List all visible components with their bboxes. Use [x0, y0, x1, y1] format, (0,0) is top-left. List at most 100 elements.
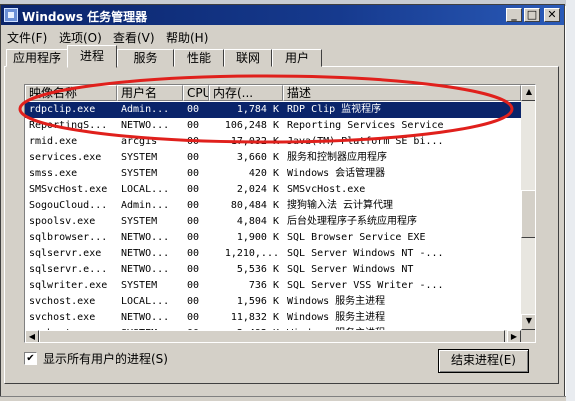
process-memory-cell: 2,024 K — [236, 184, 279, 195]
column-header-image-name[interactable]: 映像名称 — [25, 85, 117, 101]
process-row[interactable]: sqlservr.e... NETWO... 00 5,536 K SQL Server… — [25, 262, 521, 278]
window-title: Windows 任务管理器 — [22, 10, 148, 24]
process-user-cell: NETWO... — [121, 264, 170, 275]
process-memory-cell: 5,536 K — [236, 264, 279, 275]
vertical-scroll-thumb[interactable] — [521, 190, 535, 238]
process-description-cell: 搜狗输入法 云计算代理 — [287, 200, 394, 211]
process-cpu-cell: 00 — [187, 296, 200, 307]
process-description-cell: 服务和控制器应用程序 — [287, 152, 387, 163]
tab-strip: 应用程序 进程 服务 性能 联网 用户 — [4, 45, 559, 68]
process-row[interactable]: ReportingS... NETWO... 00 106,248 K Reportin… — [25, 118, 521, 134]
process-user-cell: LOCAL... — [121, 184, 170, 195]
process-row[interactable]: rmid.exe arcgis 00 17,032 K Java(TM) Platfor… — [25, 134, 521, 150]
process-name-cell: rdpclip.exe — [29, 104, 96, 115]
process-memory-cell: 11,832 K — [230, 312, 279, 323]
process-list[interactable]: 映像名称 用户名 CPU 内存(... 描述 rdpclip.exe Admin.… — [24, 84, 536, 343]
minimize-button[interactable]: _ — [506, 8, 522, 22]
show-all-users-checkbox[interactable]: ✔ — [24, 352, 37, 365]
process-memory-cell: 17,032 K — [230, 136, 279, 147]
scroll-down-button[interactable]: ▼ — [521, 314, 535, 330]
process-description-cell: Reporting Services Service — [287, 120, 444, 131]
process-cpu-cell: 00 — [187, 136, 200, 147]
process-description-cell: SQL Browser Service EXE — [287, 232, 426, 243]
process-row[interactable]: spoolsv.exe SYSTEM 00 4,804 K 后台处理程序子系统应用程序 — [25, 214, 521, 230]
process-row[interactable]: SMSvcHost.exe LOCAL... 00 2,024 K SMSvcHost.… — [25, 182, 521, 198]
process-name-cell: rmid.exe — [29, 136, 78, 147]
process-name-cell: svchost.exe — [29, 312, 96, 323]
process-name-cell: SMSvcHost.exe — [29, 184, 108, 195]
process-name-cell: ReportingS... — [29, 120, 108, 131]
process-memory-cell: 1,596 K — [236, 296, 279, 307]
column-header-description[interactable]: 描述 — [283, 85, 521, 101]
process-description-cell: 后台处理程序子系统应用程序 — [287, 216, 417, 227]
process-description-cell: SMSvcHost.exe — [287, 184, 366, 195]
process-row[interactable]: sqlbrowser... NETWO... 00 1,900 K SQL Browse… — [25, 230, 521, 246]
process-row[interactable]: sqlservr.exe NETWO... 00 1,210,... SQL Serve… — [25, 246, 521, 262]
process-name-cell: spoolsv.exe — [29, 216, 96, 227]
process-cpu-cell: 00 — [187, 280, 200, 291]
tab-processes[interactable]: 进程 — [67, 45, 117, 68]
title-bar[interactable]: Windows 任务管理器 _ □ ✕ — [1, 5, 564, 25]
process-cpu-cell: 00 — [187, 152, 200, 163]
process-memory-cell: 420 K — [248, 168, 279, 179]
process-user-cell: SYSTEM — [121, 216, 158, 227]
process-memory-cell: 3,660 K — [236, 152, 279, 163]
tab-services[interactable]: 服务 — [117, 49, 174, 67]
close-button[interactable]: ✕ — [544, 8, 560, 22]
scroll-left-button[interactable]: ◀ — [25, 330, 39, 342]
tab-applications[interactable]: 应用程序 — [6, 49, 68, 67]
process-name-cell: SogouCloud... — [29, 200, 108, 211]
process-cpu-cell: 00 — [187, 184, 200, 195]
tab-users[interactable]: 用户 — [272, 49, 322, 67]
show-all-users-label[interactable]: 显示所有用户的进程(S) — [43, 351, 168, 367]
process-row[interactable]: SogouCloud... Admin... 00 80,484 K 搜狗输入法 云计算… — [25, 198, 521, 214]
menu-help[interactable]: 帮助(H) — [166, 29, 208, 46]
menu-view[interactable]: 查看(V) — [113, 29, 155, 46]
process-row[interactable]: services.exe SYSTEM 00 3,660 K 服务和控制器应用程序 — [25, 150, 521, 166]
process-description-cell: SQL Server Windows NT — [287, 264, 414, 275]
process-row[interactable]: svchost.exe NETWO... 00 11,832 K Windows 服务主… — [25, 310, 521, 326]
column-header-user-name[interactable]: 用户名 — [117, 85, 183, 101]
process-memory-cell: 80,484 K — [230, 200, 279, 211]
menu-file[interactable]: 文件(F) — [7, 29, 47, 46]
scroll-right-button[interactable]: ▶ — [507, 330, 521, 342]
process-row[interactable]: rdpclip.exe Admin... 00 1,784 K RDP Clip 监视程… — [25, 102, 521, 118]
menu-options[interactable]: 选项(O) — [59, 29, 102, 46]
process-cpu-cell: 00 — [187, 232, 200, 243]
process-row[interactable]: smss.exe SYSTEM 00 420 K Windows 会话管理器 — [25, 166, 521, 182]
end-process-button[interactable]: 结束进程(E) — [438, 349, 529, 373]
process-cpu-cell: 00 — [187, 216, 200, 227]
process-cpu-cell: 00 — [187, 248, 200, 259]
tab-networking[interactable]: 联网 — [224, 49, 272, 67]
horizontal-scrollbar[interactable]: ◀ ▶ — [25, 330, 521, 342]
process-cpu-cell: 00 — [187, 104, 200, 115]
maximize-button[interactable]: □ — [524, 8, 540, 22]
process-description-cell: RDP Clip 监视程序 — [287, 104, 382, 115]
process-name-cell: smss.exe — [29, 168, 78, 179]
process-description-cell: Windows 会话管理器 — [287, 168, 386, 179]
process-row[interactable]: sqlwriter.exe SYSTEM 00 736 K SQL Server VSS… — [25, 278, 521, 294]
horizontal-scroll-thumb[interactable] — [39, 330, 505, 342]
process-user-cell: NETWO... — [121, 120, 170, 131]
process-name-cell: svchost.exe — [29, 296, 96, 307]
process-memory-cell: 736 K — [248, 280, 279, 291]
desktop-background — [566, 0, 575, 401]
process-user-cell: NETWO... — [121, 312, 170, 323]
column-header-cpu[interactable]: CPU — [183, 85, 209, 101]
column-header-memory[interactable]: 内存(... — [209, 85, 283, 101]
process-memory-cell: 106,248 K — [224, 120, 279, 131]
process-cpu-cell: 00 — [187, 264, 200, 275]
process-user-cell: Admin... — [121, 200, 170, 211]
process-cpu-cell: 00 — [187, 312, 200, 323]
tab-performance[interactable]: 性能 — [174, 49, 224, 67]
process-user-cell: NETWO... — [121, 248, 170, 259]
process-name-cell: sqlbrowser... — [29, 232, 108, 243]
process-memory-cell: 1,210,... — [224, 248, 279, 259]
process-name-cell: sqlservr.exe — [29, 248, 102, 259]
process-row[interactable]: svchost.exe LOCAL... 00 1,596 K Windows 服务主进… — [25, 294, 521, 310]
vertical-scrollbar[interactable]: ▲ ▼ — [521, 85, 535, 330]
scrollbar-corner — [521, 330, 535, 342]
process-description-cell: SQL Server Windows NT -... — [287, 248, 444, 259]
process-user-cell: SYSTEM — [121, 168, 158, 179]
scroll-up-button[interactable]: ▲ — [521, 85, 535, 101]
